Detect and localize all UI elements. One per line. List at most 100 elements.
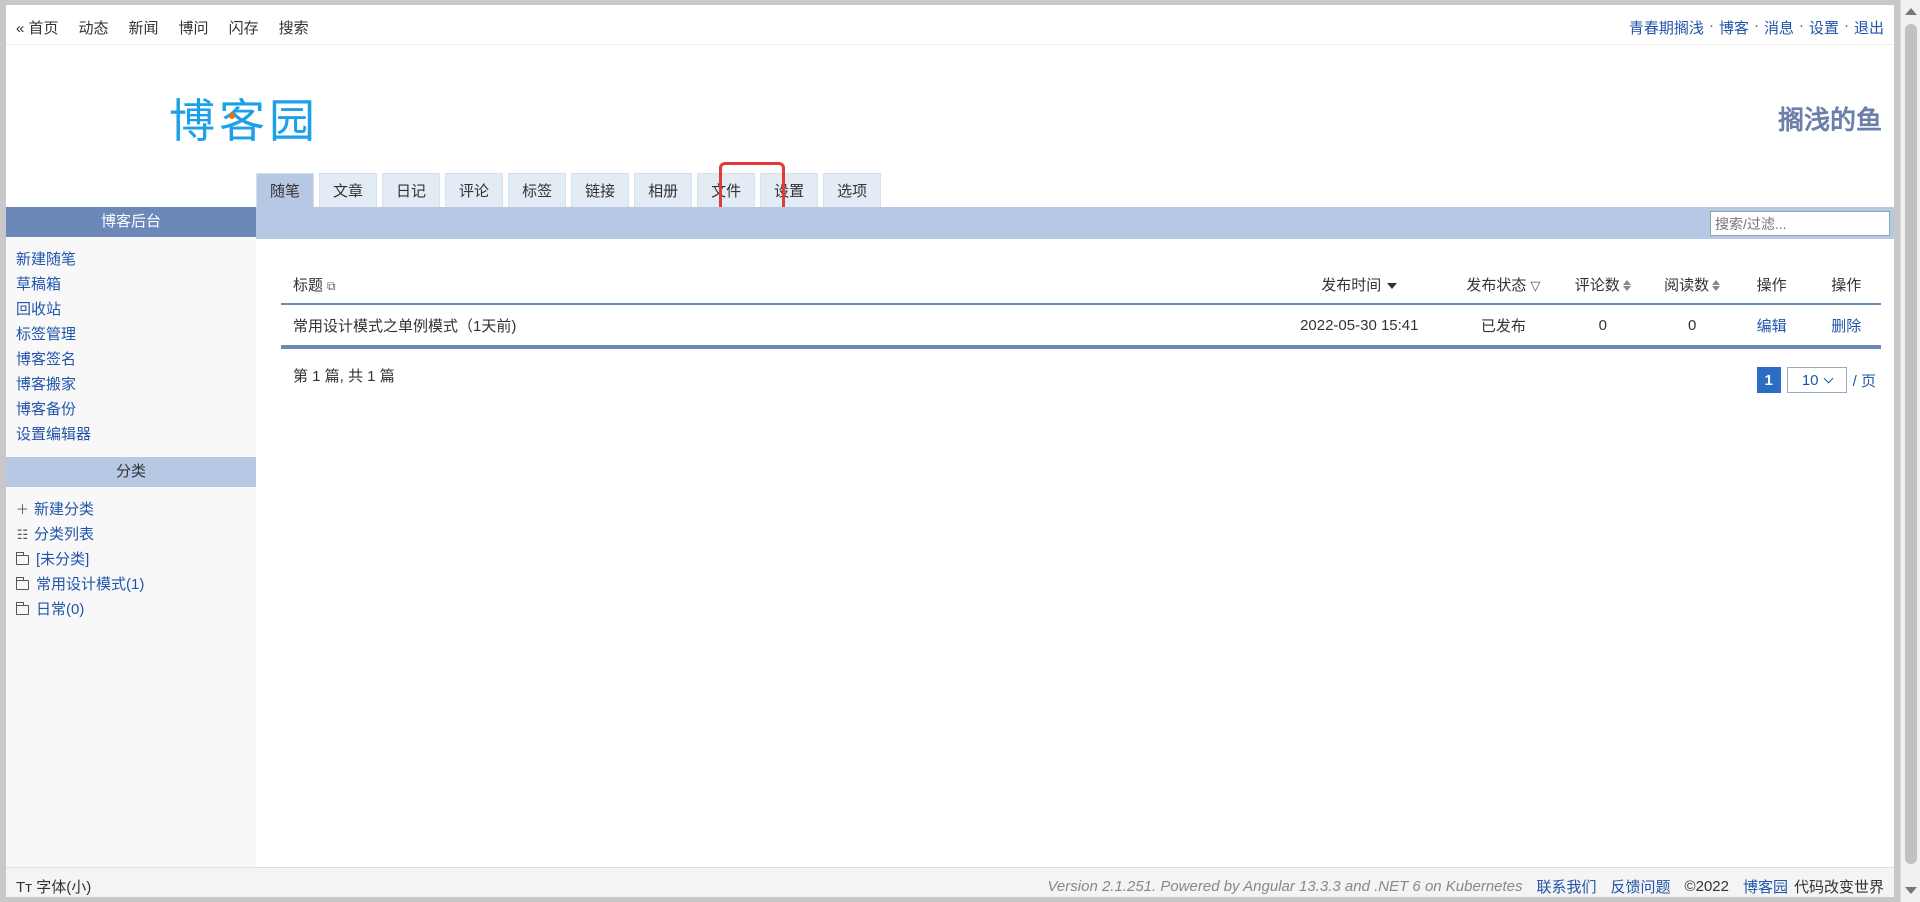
scroll-up-arrow-icon[interactable] — [1905, 8, 1917, 15]
sidebar-item-recycle-bin[interactable]: 回收站 — [16, 297, 256, 322]
tab-albums[interactable]: 相册 — [634, 173, 693, 207]
header-time-label: 发布时间 — [1321, 276, 1382, 294]
delete-link[interactable]: 删除 — [1811, 315, 1881, 336]
tab-posts[interactable]: 随笔 — [256, 173, 315, 207]
new-category-action[interactable]: ＋ 新建分类 — [16, 497, 256, 522]
header-views[interactable]: 阅读数 — [1652, 274, 1732, 295]
sidebar-category-list: ＋ 新建分类 ☷ 分类列表 [未分类] 常用设计模式(1) 日常(0) — [6, 487, 256, 632]
category-item[interactable]: 日常(0) — [16, 597, 256, 622]
sidebar-item-backup[interactable]: 博客备份 — [16, 397, 256, 422]
contact-link[interactable]: 联系我们 — [1537, 876, 1597, 897]
separator: · — [1753, 17, 1759, 34]
browser-viewport: « 首页 动态 新闻 博问 闪存 搜索 青春期搁浅 · 博客 · 消息 · 设置… — [6, 5, 1894, 897]
separator: · — [1798, 17, 1804, 34]
header-status[interactable]: 发布状态 ▽ — [1454, 274, 1553, 295]
header-operation-1: 操作 — [1756, 276, 1787, 294]
sidebar-item-drafts[interactable]: 草稿箱 — [16, 272, 256, 297]
sidebar-admin-list: 新建随笔 草稿箱 回收站 标签管理 博客签名 博客搬家 博客备份 设置编辑器 — [6, 237, 256, 457]
tab-files[interactable]: 文件 — [697, 173, 756, 207]
category-list-action[interactable]: ☷ 分类列表 — [16, 522, 256, 547]
sidebar-item-editor-settings[interactable]: 设置编辑器 — [16, 422, 256, 447]
category-label: 日常(0) — [36, 601, 85, 618]
category-label: [未分类] — [36, 551, 90, 568]
folder-icon — [16, 601, 29, 615]
sidebar-item-new-post[interactable]: 新建随笔 — [16, 247, 256, 272]
tab-tags[interactable]: 标签 — [508, 173, 567, 207]
copyright: ©2022 — [1684, 878, 1729, 895]
link-icon: ⧉ — [327, 278, 336, 293]
edit-link[interactable]: 编辑 — [1732, 315, 1812, 336]
separator: · — [1708, 17, 1714, 34]
logo-dot-icon — [229, 113, 235, 119]
tab-diaries[interactable]: 日记 — [382, 173, 441, 207]
nav-feed[interactable]: 动态 — [79, 17, 109, 38]
feedback-link[interactable]: 反馈问题 — [1611, 876, 1671, 897]
new-category-label: 新建分类 — [34, 501, 95, 518]
vertical-scrollbar[interactable] — [1900, 0, 1920, 902]
post-count-summary: 第 1 篇, 共 1 篇 — [293, 368, 395, 385]
scroll-thumb[interactable] — [1905, 24, 1917, 864]
settings-link[interactable]: 设置 — [1809, 17, 1839, 38]
admin-tabs: 随笔 文章 日记 评论 标签 链接 相册 文件 设置 选项 — [256, 173, 882, 207]
header-comments-label: 评论数 — [1574, 276, 1620, 294]
site-logo[interactable]: 博客园 — [169, 85, 319, 151]
sort-icon — [1622, 280, 1631, 292]
chevron-down-icon — [1823, 373, 1833, 383]
user-name-link[interactable]: 青春期搁浅 — [1629, 17, 1704, 38]
font-size-toggle[interactable]: Tт 字体(小) — [16, 876, 91, 897]
table-header: 标题 ⧉ 发布时间 发布状态 ▽ 评论数 阅读数 操作 操作 — [281, 265, 1881, 305]
logo-text: 博客园 — [169, 94, 319, 148]
posts-table: 标题 ⧉ 发布时间 发布状态 ▽ 评论数 阅读数 操作 操作 常用设计模式之单例模式… — [281, 265, 1881, 349]
toolbar-band — [256, 207, 1894, 239]
user-blog-link[interactable]: 博客 — [1719, 17, 1749, 38]
scroll-down-arrow-icon[interactable] — [1905, 887, 1917, 894]
page-size-value: 10 — [1801, 371, 1819, 389]
header-status-label: 发布状态 — [1466, 276, 1527, 294]
post-title[interactable]: 常用设计模式之单例模式（1天前) — [281, 315, 1265, 336]
sidebar-item-tag-manage[interactable]: 标签管理 — [16, 322, 256, 347]
folder-icon — [16, 551, 29, 565]
search-filter-input[interactable] — [1710, 211, 1890, 236]
category-label: 常用设计模式(1) — [36, 576, 145, 593]
per-page-label: / 页 — [1852, 372, 1876, 390]
header-title-label: 标题 — [293, 276, 324, 294]
post-comment-count: 0 — [1598, 316, 1607, 334]
user-links: 青春期搁浅 · 博客 · 消息 · 设置 · 退出 — [1629, 17, 1884, 38]
filter-icon: ▽ — [1530, 277, 1541, 293]
sort-icon — [1712, 280, 1721, 292]
footer: Tт 字体(小) Version 2.1.251. Powered by Ang… — [6, 867, 1894, 897]
tab-comments[interactable]: 评论 — [445, 173, 504, 207]
site-link[interactable]: 博客园 — [1743, 876, 1788, 897]
nav-flash[interactable]: 闪存 — [229, 17, 259, 38]
folder-icon — [16, 576, 29, 590]
tab-articles[interactable]: 文章 — [319, 173, 378, 207]
sidebar-admin-heading: 博客后台 — [6, 207, 256, 237]
page-size-select[interactable]: 10 — [1786, 367, 1847, 393]
header-comments[interactable]: 评论数 — [1553, 274, 1652, 295]
sidebar-item-migrate[interactable]: 博客搬家 — [16, 372, 256, 397]
page-button-current[interactable]: 1 — [1756, 367, 1781, 393]
messages-link[interactable]: 消息 — [1764, 17, 1794, 38]
slogan: 代码改变世界 — [1793, 879, 1884, 896]
tab-links[interactable]: 链接 — [571, 173, 630, 207]
tab-settings[interactable]: 设置 — [760, 173, 819, 207]
header-publish-time[interactable]: 发布时间 — [1265, 274, 1454, 295]
blog-title[interactable]: 搁浅的鱼 — [1778, 100, 1882, 137]
nav-home[interactable]: « 首页 — [16, 17, 59, 38]
category-list-label: 分类列表 — [34, 526, 95, 543]
nav-search[interactable]: 搜索 — [279, 17, 309, 38]
header-operation-2: 操作 — [1831, 276, 1862, 294]
nav-qa[interactable]: 博问 — [179, 17, 209, 38]
tab-options[interactable]: 选项 — [823, 173, 882, 207]
version-info: Version 2.1.251. Powered by Angular 13.3… — [1047, 878, 1523, 895]
nav-news[interactable]: 新闻 — [129, 17, 159, 38]
sidebar-item-signature[interactable]: 博客签名 — [16, 347, 256, 372]
category-item[interactable]: 常用设计模式(1) — [16, 572, 256, 597]
post-view-count: 0 — [1688, 316, 1697, 334]
logout-link[interactable]: 退出 — [1854, 17, 1884, 38]
sidebar-category-heading: 分类 — [6, 457, 256, 487]
table-row: 常用设计模式之单例模式（1天前) 2022-05-30 15:41 已发布 0 … — [281, 305, 1881, 349]
separator: · — [1843, 17, 1849, 34]
category-item[interactable]: [未分类] — [16, 547, 256, 572]
header-title[interactable]: 标题 ⧉ — [281, 274, 1265, 295]
